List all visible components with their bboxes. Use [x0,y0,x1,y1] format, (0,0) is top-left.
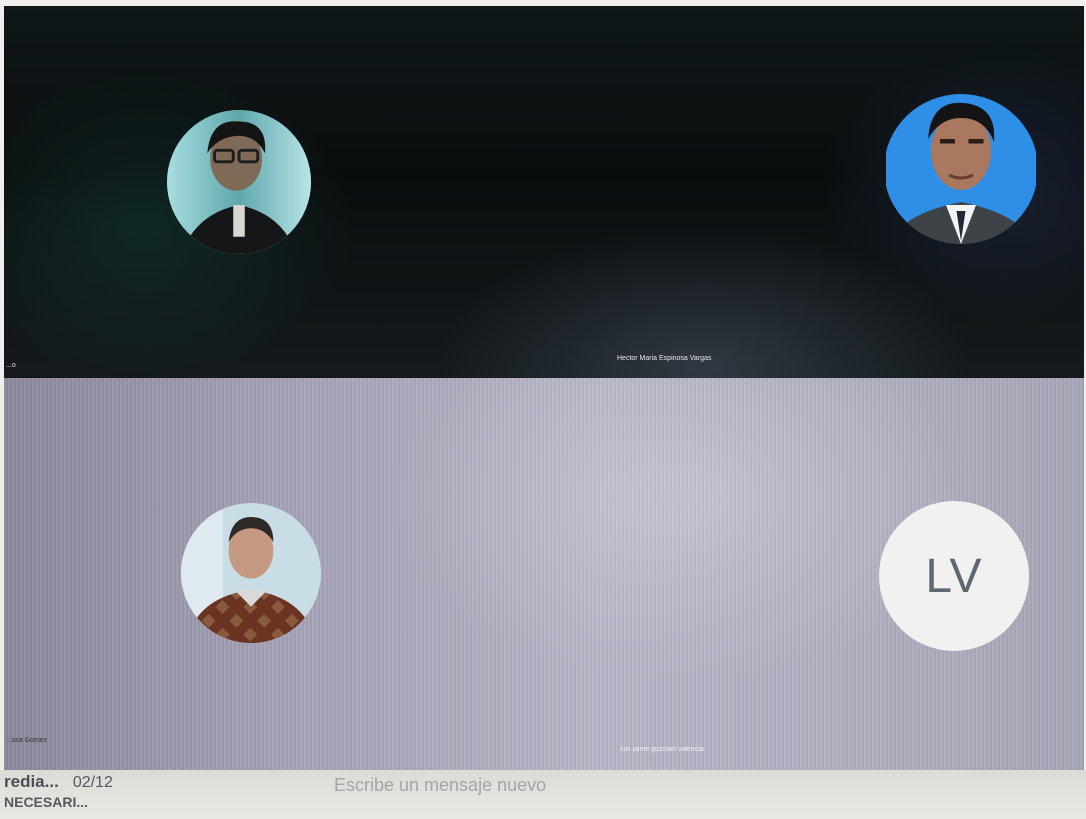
conversation-date: 02/12 [72,774,113,791]
conversation-preview: NECESARI... [4,794,89,810]
meeting-window: ...o Hector Maria Espinosa Vargas ...ssa… [0,0,1086,819]
participant-name-2: Hector Maria Espinosa Vargas [617,355,712,362]
conversation-title: redia... [4,772,59,791]
participant-name-4: luis jaime guzman valencia [620,746,704,753]
message-input[interactable] [334,770,934,800]
participant-avatar-1[interactable] [167,110,311,254]
participant-name-3: ...ssa Gomez [6,737,48,744]
person-photo-icon [167,110,311,254]
participant-avatar-2[interactable] [884,94,1038,244]
chat-compose-bar: redia... 02/12 NECESARI... [0,770,1086,819]
participant-initials-avatar[interactable]: LV [879,501,1029,651]
participant-avatar-3[interactable] [181,503,321,643]
participant-name-1: ...o [6,362,16,369]
conversation-item[interactable]: redia... 02/12 [4,772,113,792]
person-photo-icon [181,503,321,643]
person-photo-icon [886,94,1036,244]
initials-text: LV [925,549,983,603]
